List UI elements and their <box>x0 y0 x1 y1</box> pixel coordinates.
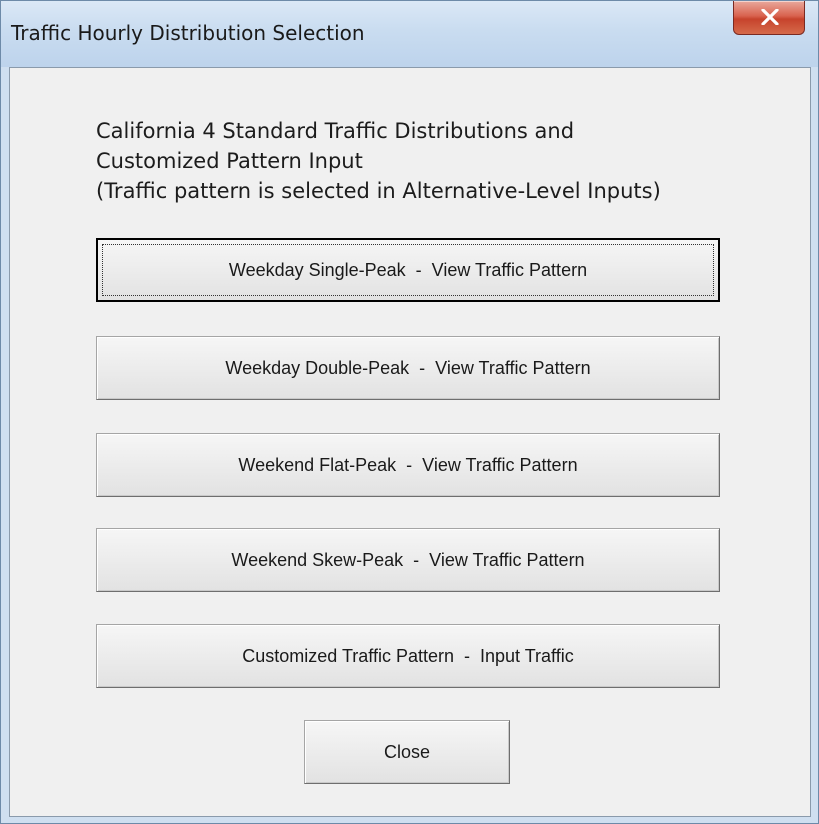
weekend-flat-peak-button[interactable]: Weekend Flat-Peak - View Traffic Pattern <box>96 433 720 497</box>
weekday-single-peak-button[interactable]: Weekday Single-Peak - View Traffic Patte… <box>96 238 720 302</box>
description-text: California 4 Standard Traffic Distributi… <box>96 116 796 206</box>
close-x-icon <box>761 9 779 25</box>
window-title: Traffic Hourly Distribution Selection <box>11 21 365 45</box>
weekend-skew-peak-button[interactable]: Weekend Skew-Peak - View Traffic Pattern <box>96 528 720 592</box>
close-button[interactable]: Close <box>304 720 510 784</box>
dialog-body: California 4 Standard Traffic Distributi… <box>9 67 811 817</box>
customized-traffic-pattern-button[interactable]: Customized Traffic Pattern - Input Traff… <box>96 624 720 688</box>
description-line-3: (Traffic pattern is selected in Alternat… <box>96 179 661 203</box>
window-close-button[interactable] <box>733 1 805 35</box>
description-line-1: California 4 Standard Traffic Distributi… <box>96 119 575 143</box>
dialog-window: Traffic Hourly Distribution Selection Ca… <box>0 0 819 824</box>
weekday-double-peak-button[interactable]: Weekday Double-Peak - View Traffic Patte… <box>96 336 720 400</box>
description-line-2: Customized Pattern Input <box>96 149 363 173</box>
title-bar[interactable]: Traffic Hourly Distribution Selection <box>1 1 818 67</box>
